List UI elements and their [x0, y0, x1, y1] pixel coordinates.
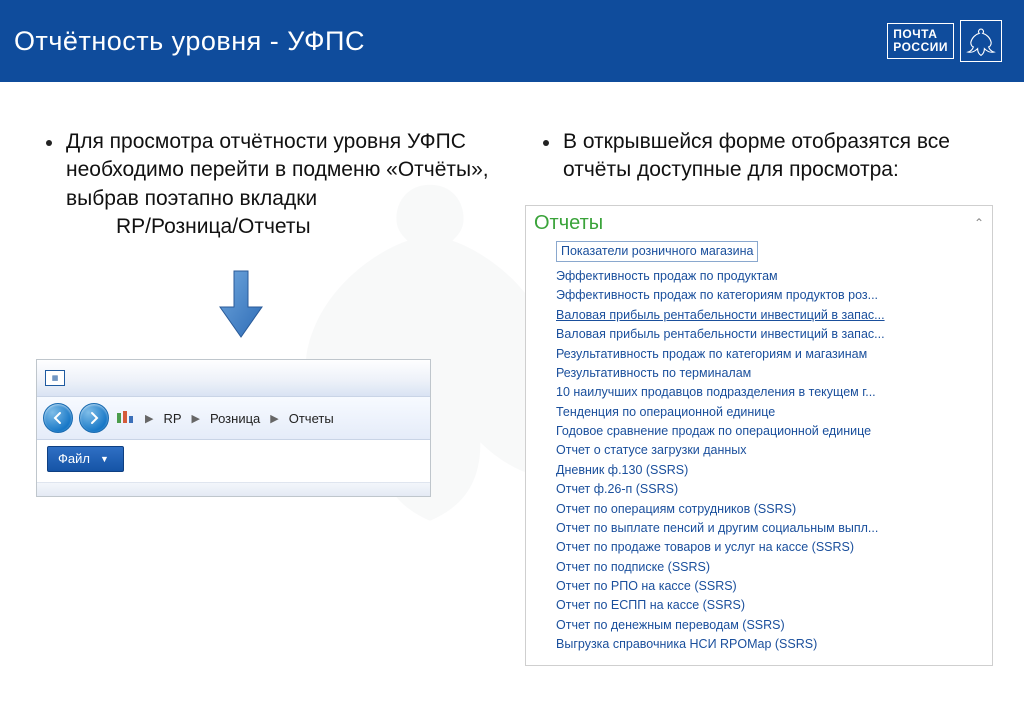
slide-header: Отчётность уровня - УФПС ПОЧТА РОССИИ: [0, 0, 1024, 82]
report-item[interactable]: Отчет ф.26-п (SSRS): [556, 480, 984, 499]
nav-forward-button[interactable]: [79, 403, 109, 433]
reports-panel: Отчеты ⌃ Показатели розничного магазина …: [525, 205, 993, 666]
logo-text: ПОЧТА РОССИИ: [887, 23, 954, 58]
chevron-right-icon: ▶: [141, 412, 157, 425]
crumb-roznica[interactable]: Розница: [210, 411, 260, 426]
arrow-down-icon: [218, 269, 264, 339]
breadcrumb-home-icon[interactable]: [115, 410, 135, 426]
file-menu-button[interactable]: Файл ▼: [47, 446, 124, 472]
bullet-dot-icon: [543, 140, 549, 146]
bullet-dot-icon: [46, 140, 52, 146]
report-item[interactable]: Валовая прибыль рентабельности инвестици…: [556, 325, 984, 344]
report-item[interactable]: Отчет по РПО на кассе (SSRS): [556, 577, 984, 596]
crumb-otchety[interactable]: Отчеты: [289, 411, 334, 426]
report-list: Показатели розничного магазина Эффективн…: [534, 241, 984, 655]
report-item[interactable]: Отчет по выплате пенсий и другим социаль…: [556, 519, 984, 538]
collapse-caret-icon[interactable]: ⌃: [974, 216, 984, 230]
report-item[interactable]: Показатели розничного магазина: [556, 241, 758, 262]
report-item[interactable]: Дневник ф.130 (SSRS): [556, 461, 984, 480]
left-bullet-text: Для просмотра отчётности уровня УФПС нео…: [66, 128, 499, 241]
report-item[interactable]: Выгрузка справочника НСИ RPOMap (SSRS): [556, 635, 984, 654]
breadcrumb-bar: ▶ RP ▶ Розница ▶ Отчеты: [37, 396, 430, 440]
report-item[interactable]: Валовая прибыль рентабельности инвестици…: [556, 306, 984, 325]
logo-emblem: [960, 20, 1002, 62]
content: Для просмотра отчётности уровня УФПС нео…: [0, 82, 1024, 666]
chevron-right-icon: ▶: [188, 412, 204, 425]
caret-down-icon: ▼: [100, 454, 109, 464]
right-bullet: В открывшейся форме отобразятся все отчё…: [525, 128, 996, 185]
report-item[interactable]: Отчет по денежным переводам (SSRS): [556, 616, 984, 635]
report-item[interactable]: Отчет по ЕСПП на кассе (SSRS): [556, 596, 984, 615]
report-item[interactable]: Результативность продаж по категориям и …: [556, 345, 984, 364]
left-bullet-para: Для просмотра отчётности уровня УФПС нео…: [66, 130, 489, 210]
left-bullet: Для просмотра отчётности уровня УФПС нео…: [28, 128, 499, 241]
report-item[interactable]: Эффективность продаж по категориям проду…: [556, 286, 984, 305]
slide-title: Отчётность уровня - УФПС: [14, 26, 365, 57]
logo: ПОЧТА РОССИИ: [887, 20, 1002, 62]
crumb-rp[interactable]: RP: [163, 411, 181, 426]
status-strip: [37, 482, 430, 496]
nav-back-button[interactable]: [43, 403, 73, 433]
report-item[interactable]: 10 наилучших продавцов подразделения в т…: [556, 383, 984, 402]
report-item[interactable]: Отчет о статусе загрузки данных: [556, 441, 984, 460]
report-item[interactable]: Тенденция по операционной единице: [556, 403, 984, 422]
right-column: В открывшейся форме отобразятся все отчё…: [525, 128, 996, 666]
report-item[interactable]: Эффективность продаж по продуктам: [556, 267, 984, 286]
left-bullet-path: RP/Розница/Отчеты: [66, 215, 311, 238]
report-item[interactable]: Отчет по продаже товаров и услуг на касс…: [556, 538, 984, 557]
report-item[interactable]: Результативность по терминалам: [556, 364, 984, 383]
report-item[interactable]: Годовое сравнение продаж по операционной…: [556, 422, 984, 441]
left-column: Для просмотра отчётности уровня УФПС нео…: [28, 128, 499, 666]
ribbon-bar: Файл ▼: [37, 440, 430, 482]
reports-title: Отчеты: [534, 212, 603, 235]
report-item[interactable]: Отчет по операциям сотрудников (SSRS): [556, 500, 984, 519]
file-menu-label: Файл: [58, 451, 90, 466]
report-item[interactable]: Отчет по подписке (SSRS): [556, 558, 984, 577]
chevron-right-icon: ▶: [266, 412, 282, 425]
browser-screenshot: ▦ ▶ RP ▶ Розница ▶ Отчеты: [36, 359, 431, 497]
reports-header: Отчеты ⌃: [534, 212, 984, 235]
logo-line-2: РОССИИ: [893, 40, 948, 54]
right-bullet-text: В открывшейся форме отобразятся все отчё…: [563, 128, 996, 185]
window-titlebar: ▦: [37, 360, 430, 396]
app-icon: ▦: [45, 370, 65, 386]
